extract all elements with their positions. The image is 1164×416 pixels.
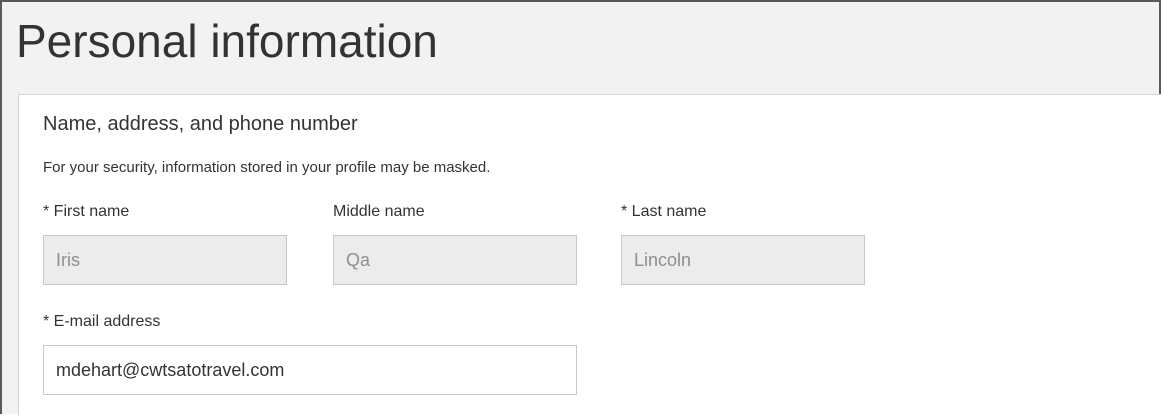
last-name-label: * Last name	[621, 203, 707, 220]
first-name-label: * First name	[43, 203, 130, 220]
page-title: Personal information	[16, 15, 438, 67]
last-name-field[interactable]	[621, 235, 865, 285]
section-title: Name, address, and phone number	[43, 113, 358, 135]
name-address-phone-section: Name, address, and phone number For your…	[18, 94, 1161, 416]
personal-information-panel: Personal information Name, address, and …	[0, 0, 1161, 416]
email-field[interactable]	[43, 345, 577, 395]
email-label: * E-mail address	[43, 313, 161, 330]
security-note: For your security, information stored in…	[43, 159, 491, 176]
first-name-field[interactable]	[43, 235, 287, 285]
middle-name-label: Middle name	[333, 203, 425, 220]
middle-name-field[interactable]	[333, 235, 577, 285]
